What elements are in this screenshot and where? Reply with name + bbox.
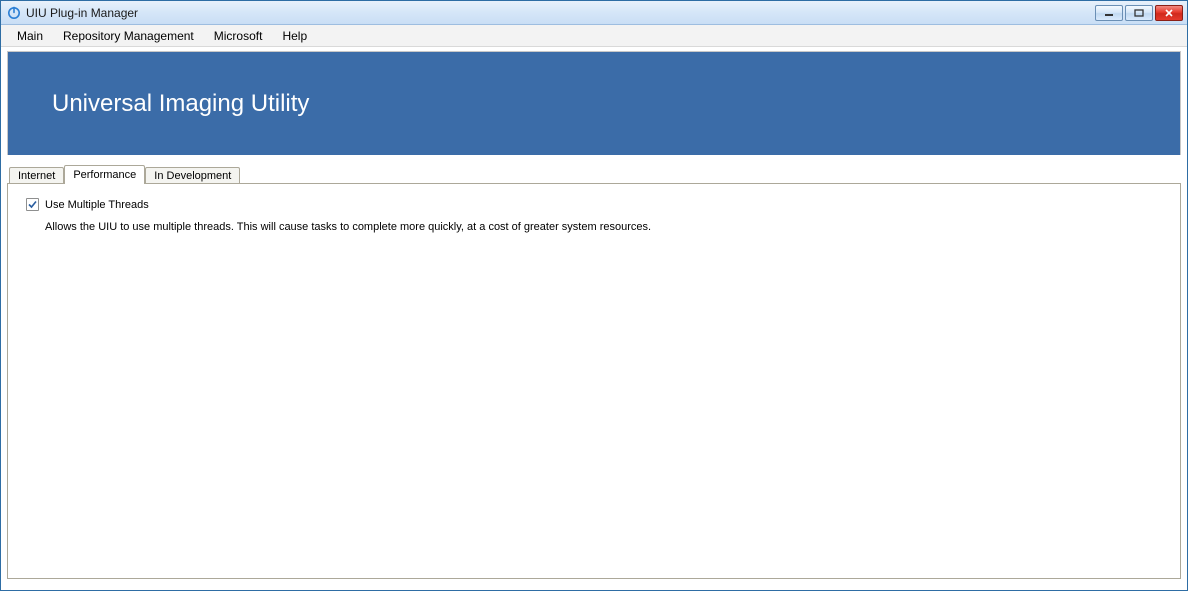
- banner-title: Universal Imaging Utility: [52, 90, 309, 118]
- app-power-icon: [7, 6, 21, 20]
- tab-in-development[interactable]: In Development: [145, 167, 240, 184]
- close-icon: [1164, 9, 1174, 17]
- banner: Universal Imaging Utility: [7, 51, 1181, 155]
- menu-bar: Main Repository Management Microsoft Hel…: [1, 25, 1187, 47]
- window-title: UIU Plug-in Manager: [26, 6, 1095, 20]
- menu-repository-management[interactable]: Repository Management: [53, 25, 204, 46]
- checkbox-row-use-multiple-threads: Use Multiple Threads: [26, 198, 1162, 211]
- window-controls: [1095, 5, 1183, 21]
- minimize-icon: [1104, 9, 1114, 17]
- maximize-icon: [1134, 9, 1144, 17]
- description-use-multiple-threads: Allows the UIU to use multiple threads. …: [45, 221, 1162, 233]
- title-bar: UIU Plug-in Manager: [1, 1, 1187, 25]
- body-area: Universal Imaging Utility Internet Perfo…: [1, 47, 1187, 590]
- maximize-button[interactable]: [1125, 5, 1153, 21]
- minimize-button[interactable]: [1095, 5, 1123, 21]
- checkbox-label-use-multiple-threads[interactable]: Use Multiple Threads: [45, 199, 149, 211]
- close-button[interactable]: [1155, 5, 1183, 21]
- tab-performance[interactable]: Performance: [64, 165, 145, 184]
- tab-panel-performance: Use Multiple Threads Allows the UIU to u…: [7, 183, 1181, 579]
- menu-main[interactable]: Main: [7, 25, 53, 46]
- checkbox-use-multiple-threads[interactable]: [26, 198, 39, 211]
- menu-help[interactable]: Help: [272, 25, 317, 46]
- tab-internet[interactable]: Internet: [9, 167, 64, 184]
- app-window: UIU Plug-in Manager: [0, 0, 1188, 591]
- menu-microsoft[interactable]: Microsoft: [204, 25, 273, 46]
- tab-strip: Internet Performance In Development: [7, 163, 1181, 183]
- checkmark-icon: [27, 199, 38, 210]
